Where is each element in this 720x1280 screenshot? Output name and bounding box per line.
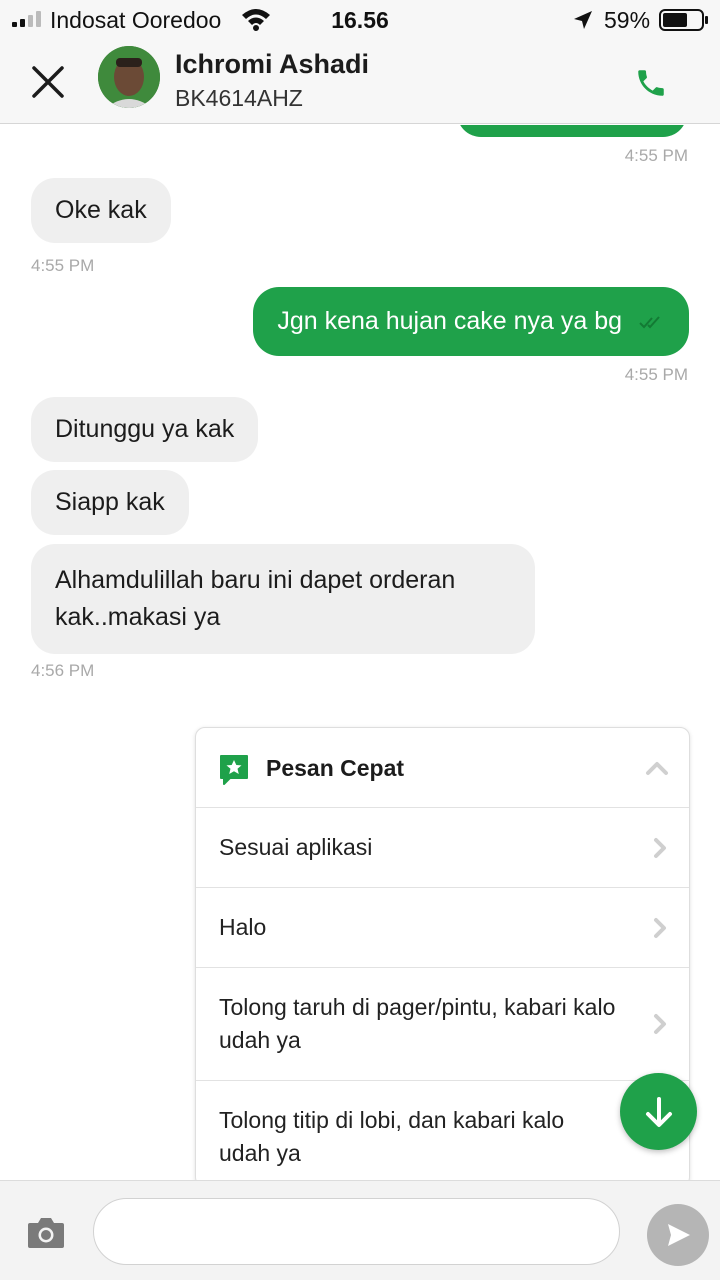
- chat-header: Ichromi Ashadi BK4614AHZ: [0, 40, 720, 124]
- message-text: Siapp kak: [55, 488, 165, 516]
- message-text: Jgn kena hujan cake nya ya bg: [277, 307, 623, 335]
- chevron-up-icon[interactable]: [645, 758, 669, 778]
- message-timestamp: 4:55 PM: [624, 365, 688, 384]
- quick-reply-item[interactable]: Halo: [196, 888, 689, 968]
- arrow-down-icon: [645, 1096, 672, 1127]
- chevron-right-icon: [654, 1014, 666, 1034]
- chevron-right-icon: [654, 917, 666, 938]
- vehicle-plate: BK4614AHZ: [175, 85, 303, 111]
- send-icon: [668, 1224, 690, 1246]
- quick-reply-title: Pesan Cepat: [266, 755, 405, 781]
- message-text: Alhamdulillah baru ini dapet orderan kak…: [55, 566, 456, 631]
- quick-reply-header[interactable]: Pesan Cepat: [196, 728, 689, 808]
- quick-reply-label: Sesuai aplikasi: [219, 834, 373, 860]
- quick-reply-item[interactable]: Sesuai aplikasi: [196, 808, 689, 888]
- quick-reply-label: Halo: [219, 914, 267, 940]
- message-composer: [0, 1180, 720, 1280]
- send-button[interactable]: [647, 1204, 709, 1266]
- incoming-message[interactable]: Oke kak: [31, 178, 171, 243]
- contact-name: Ichromi Ashadi: [175, 49, 370, 79]
- message-text: Oke kak: [55, 196, 147, 224]
- message-text: Ditunggu ya kak: [55, 415, 235, 443]
- close-icon: [32, 66, 64, 98]
- message-input[interactable]: [93, 1198, 620, 1265]
- double-check-icon: [639, 316, 660, 329]
- star-chat-icon: [220, 755, 248, 785]
- quick-reply-label: Tolong titip di lobi, dan kabari kalo ud…: [219, 1107, 565, 1166]
- quick-reply-item[interactable]: Tolong taruh di pager/pintu, kabari kalo…: [196, 968, 689, 1081]
- message-timestamp: 4:55 PM: [624, 146, 688, 165]
- battery-icon: [659, 9, 708, 31]
- scroll-to-bottom-button[interactable]: [620, 1073, 697, 1150]
- outgoing-message[interactable]: [457, 125, 687, 137]
- incoming-message[interactable]: Alhamdulillah baru ini dapet orderan kak…: [31, 544, 535, 654]
- incoming-message[interactable]: Siapp kak: [31, 470, 189, 535]
- quick-reply-item[interactable]: Tolong titip di lobi, dan kabari kalo ud…: [196, 1081, 689, 1186]
- call-button[interactable]: [630, 62, 672, 104]
- avatar[interactable]: [98, 46, 160, 108]
- incoming-message[interactable]: Ditunggu ya kak: [31, 397, 259, 462]
- camera-icon[interactable]: [26, 1214, 66, 1250]
- chevron-right-icon: [654, 837, 666, 858]
- message-timestamp: 4:56 PM: [31, 661, 95, 680]
- status-bar: Indosat Ooredoo 16.56 59%: [0, 0, 720, 40]
- quick-reply-panel: Pesan Cepat Sesuai aplikasi Halo Tolong …: [195, 727, 690, 1187]
- quick-reply-label: Tolong taruh di pager/pintu, kabari kalo…: [219, 994, 616, 1053]
- location-arrow-icon: [574, 11, 592, 29]
- battery-percent: 59%: [604, 7, 651, 33]
- message-timestamp: 4:55 PM: [31, 256, 95, 275]
- outgoing-message[interactable]: Jgn kena hujan cake nya ya bg: [253, 287, 689, 356]
- close-button[interactable]: [26, 60, 70, 104]
- phone-icon: [638, 70, 664, 96]
